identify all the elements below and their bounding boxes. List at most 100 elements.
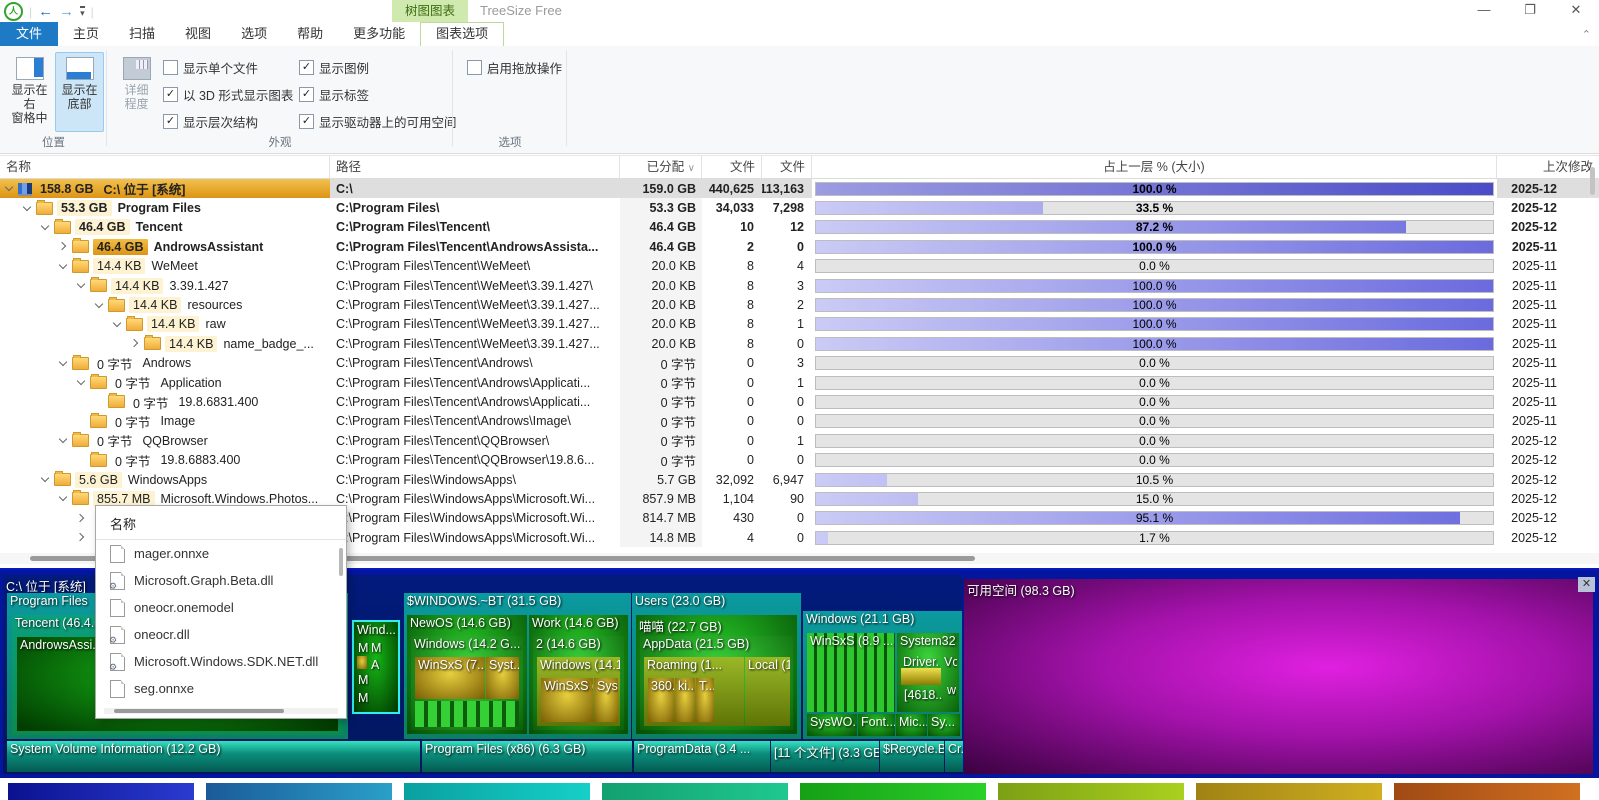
scrollbar-thumb[interactable] <box>114 709 284 713</box>
popup-file-item[interactable]: mager.onnxe <box>96 540 346 567</box>
checkbox-enable-drag-drop[interactable]: 启用拖放操作 <box>467 58 562 77</box>
treemap-block-syswow[interactable]: SysWO... <box>807 714 857 736</box>
tab-help[interactable]: 帮助 <box>282 22 338 46</box>
tab-more-features[interactable]: 更多功能 <box>338 22 420 46</box>
customize-toolbar-icon[interactable]: ▾ <box>80 6 85 17</box>
expander-icon[interactable] <box>40 474 51 485</box>
treemap-block-tile-m1[interactable]: M <box>355 640 369 656</box>
table-row[interactable]: 46.4 GBTencentC:\Program Files\Tencent\4… <box>0 218 1599 237</box>
expander-icon[interactable] <box>112 319 123 330</box>
table-row[interactable]: 14.4 KBrawC:\Program Files\Tencent\WeMee… <box>0 315 1599 334</box>
expander-icon[interactable] <box>94 300 105 311</box>
expander-icon[interactable] <box>76 532 87 543</box>
column-header-last-modified[interactable]: 上次修改 <box>1497 156 1599 178</box>
expander-icon[interactable] <box>58 261 69 272</box>
checkbox-3d-chart[interactable]: ✓ 以 3D 形式显示图表 <box>163 85 293 104</box>
forward-icon[interactable]: → <box>59 4 74 20</box>
treemap-block-dir-4618[interactable]: [4618... <box>901 687 943 703</box>
table-row[interactable]: 14.4 KBresourcesC:\Program Files\Tencent… <box>0 295 1599 314</box>
close-button[interactable]: ✕ <box>1553 0 1599 22</box>
treemap-block-newos-tiles[interactable] <box>415 701 519 727</box>
treemap-block-winsxs-89[interactable]: WinSxS (8.9 ... <box>807 633 895 712</box>
treemap-block-sy[interactable]: Sy... <box>928 714 960 736</box>
column-header-path[interactable]: 路径 <box>330 156 620 178</box>
treemap-block-dir-ki[interactable]: ki... <box>675 678 695 722</box>
checkbox-show-free-space[interactable]: ✓ 显示驱动器上的可用空间 <box>299 112 457 131</box>
treemap-block-newos-winsxs[interactable]: WinSxS (7.... <box>415 657 485 699</box>
expander-icon[interactable] <box>76 377 87 388</box>
tab-view[interactable]: 视图 <box>170 22 226 46</box>
column-header-files[interactable]: 文件 <box>702 156 762 178</box>
treemap-block-tile-m2[interactable]: M <box>368 640 382 656</box>
back-icon[interactable]: ← <box>38 4 53 20</box>
scrollbar-thumb[interactable] <box>1590 167 1595 195</box>
tab-options[interactable]: 选项 <box>226 22 282 46</box>
treemap-block-recycle-bin[interactable]: $Recycle.B... <box>880 741 944 772</box>
treemap-block-work-winsxs[interactable]: WinSxS (7... <box>541 678 593 722</box>
minimize-button[interactable]: — <box>1461 0 1507 22</box>
table-row[interactable]: 14.4 KBWeMeetC:\Program Files\Tencent\We… <box>0 257 1599 276</box>
popup-file-item[interactable]: Microsoft.Graph.Beta.dll <box>96 567 346 594</box>
restore-button[interactable]: ❐ <box>1507 0 1553 22</box>
treemap-block-dir-360[interactable]: 360... <box>648 678 674 722</box>
treemap-block-fonts[interactable]: Font... <box>858 714 895 736</box>
checkbox-show-hierarchy[interactable]: ✓ 显示层次结构 <box>163 112 258 131</box>
column-header-allocated[interactable]: 已分配 ∨ <box>620 156 702 178</box>
table-row[interactable]: 46.4 GBAndrowsAssistantC:\Program Files\… <box>0 237 1599 256</box>
table-row[interactable]: 0 字节AndrowsC:\Program Files\Tencent\Andr… <box>0 354 1599 373</box>
treemap-block-program-files-x86[interactable]: Program Files (x86) (6.3 GB) <box>422 741 632 772</box>
column-header-folders[interactable]: 文件夹 <box>762 156 812 178</box>
checkbox-show-single-files[interactable]: 显示单个文件 <box>163 58 258 77</box>
table-row[interactable]: 0 字节ApplicationC:\Program Files\Tencent\… <box>0 373 1599 392</box>
treemap-block-system-volume-information[interactable]: System Volume Information (12.2 GB) <box>7 741 420 772</box>
checkbox-show-legend[interactable]: ✓ 显示图例 <box>299 58 369 77</box>
popup-file-item[interactable]: Microsoft.Windows.SDK.NET.dll <box>96 648 346 675</box>
table-row[interactable]: 53.3 GBProgram FilesC:\Program Files\53.… <box>0 198 1599 217</box>
popup-file-item[interactable]: seg.onnxe <box>96 675 346 702</box>
popup-horizontal-scrollbar[interactable] <box>104 708 338 714</box>
treemap-block-driver[interactable]: Driver... <box>900 654 940 668</box>
treemap-block-work-sys[interactable]: Sys... <box>594 678 618 722</box>
expander-icon[interactable] <box>58 358 69 369</box>
tab-scan[interactable]: 扫描 <box>114 22 170 46</box>
treemap-block-tile-m3[interactable]: M <box>355 672 369 688</box>
vertical-scrollbar[interactable] <box>1590 163 1596 543</box>
treemap-block-local[interactable]: Local (10.6 ... <box>745 657 790 726</box>
checkbox-show-labels[interactable]: ✓ 显示标签 <box>299 85 369 104</box>
expander-icon[interactable] <box>58 435 69 446</box>
popup-vertical-scrollbar[interactable] <box>339 548 343 576</box>
table-row[interactable]: 158.8 GBC:\ 位于 [系统]C:\159.0 GB440,625113… <box>0 179 1599 198</box>
tab-chart-options[interactable]: 图表选项 <box>420 22 504 46</box>
table-row[interactable]: 14.4 KBname_badge_...C:\Program Files\Te… <box>0 334 1599 353</box>
treemap-block-free-space[interactable]: 可用空间 (98.3 GB) <box>964 579 1593 774</box>
treemap-block-tile-a[interactable]: A <box>368 657 380 671</box>
treemap-block-tile-gold[interactable] <box>357 656 367 669</box>
column-header-percent-of-parent[interactable]: 占上一层 % (大小) <box>812 156 1497 178</box>
expander-icon[interactable] <box>58 493 69 504</box>
treemap-close-icon[interactable]: ✕ <box>1578 577 1595 592</box>
expander-icon[interactable] <box>22 203 33 214</box>
treemap-block-newos-syst[interactable]: Syst... <box>486 657 519 699</box>
treemap-block-dir-w[interactable]: w <box>944 682 956 696</box>
treemap-block-dir-t[interactable]: T... <box>696 678 714 722</box>
table-row[interactable]: 14.4 KB3.39.1.427C:\Program Files\Tencen… <box>0 276 1599 295</box>
table-row[interactable]: 0 字节19.8.6831.400C:\Program Files\Tencen… <box>0 392 1599 411</box>
column-header-name[interactable]: 名称 <box>0 156 330 178</box>
expander-icon[interactable] <box>40 222 51 233</box>
show-in-right-pane-button[interactable]: 显示在右 窗格中 <box>5 52 54 132</box>
treemap-block-vc[interactable]: Vc <box>941 654 957 668</box>
tab-file[interactable]: 文件 <box>0 22 58 46</box>
expander-icon[interactable] <box>4 183 15 194</box>
treemap-block-files-11[interactable]: [11 个文件] (3.3 GB) <box>771 741 879 772</box>
popup-file-item[interactable]: oneocr.onemodel <box>96 594 346 621</box>
detail-level-button[interactable]: 详细 程度 <box>112 52 161 132</box>
collapse-ribbon-icon[interactable]: ⌃ <box>1582 28 1591 41</box>
expander-icon[interactable] <box>76 513 87 524</box>
app-logo-icon[interactable]: 人 <box>4 2 23 21</box>
treemap-block-tile-m4[interactable]: M <box>355 690 369 706</box>
popup-file-item[interactable]: oneocr.dll <box>96 621 346 648</box>
table-row[interactable]: 0 字节19.8.6883.400C:\Program Files\Tencen… <box>0 450 1599 469</box>
expander-icon[interactable] <box>76 280 87 291</box>
expander-icon[interactable] <box>58 241 69 252</box>
show-at-bottom-button[interactable]: 显示在 底部 <box>55 52 104 132</box>
